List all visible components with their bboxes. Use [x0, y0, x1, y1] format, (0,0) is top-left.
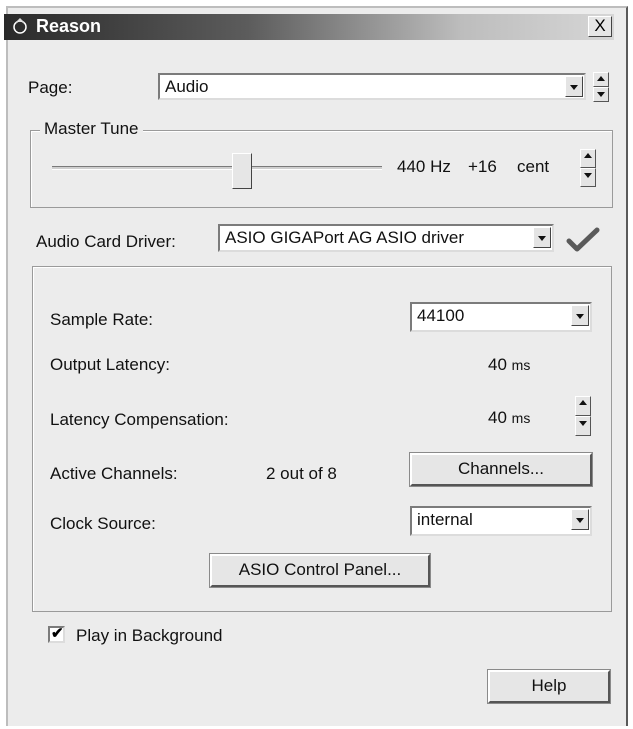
close-button[interactable]: X: [588, 16, 612, 37]
checkmark-icon: ✔: [51, 625, 64, 642]
asio-control-panel-button[interactable]: ASIO Control Panel...: [209, 553, 431, 588]
audio-card-driver-dropdown[interactable]: ASIO GIGAPort AG ASIO driver: [218, 224, 554, 252]
clock-source-label: Clock Source:: [50, 514, 156, 533]
page-dropdown-value: Audio: [165, 77, 209, 96]
chevron-down-icon[interactable]: [571, 305, 589, 326]
help-button[interactable]: Help: [487, 669, 611, 704]
spinner-down-icon[interactable]: [580, 168, 596, 187]
latency-compensation-value: 40 ms: [488, 408, 531, 427]
tune-frequency: 440 Hz: [397, 157, 451, 176]
tune-unit: cent: [517, 157, 550, 176]
active-channels-value: 2 out of 8: [266, 464, 337, 483]
latency-compensation-spinner[interactable]: [575, 396, 591, 436]
master-tune-label: Master Tune: [40, 119, 143, 139]
spinner-up-icon[interactable]: [593, 72, 609, 87]
page-dropdown[interactable]: Audio: [158, 73, 586, 100]
play-in-background-label[interactable]: Play in Background: [76, 626, 222, 646]
output-latency-label: Output Latency:: [50, 355, 171, 374]
chevron-down-icon[interactable]: [533, 227, 551, 248]
close-icon: X: [594, 16, 606, 35]
sample-rate-dropdown[interactable]: 44100: [410, 302, 592, 332]
chevron-down-icon[interactable]: [571, 509, 589, 530]
spinner-down-icon[interactable]: [575, 416, 591, 436]
sample-rate-label: Sample Rate:: [50, 310, 153, 329]
master-tune-slider-thumb[interactable]: [232, 153, 252, 189]
audio-card-driver-label: Audio Card Driver:: [36, 232, 176, 251]
window-title: Reason: [36, 16, 102, 36]
play-in-background-checkbox[interactable]: ✔: [48, 625, 65, 643]
clock-source-dropdown[interactable]: internal: [410, 506, 592, 536]
master-tune-spinner[interactable]: [580, 149, 596, 187]
checkmark-icon: [566, 227, 600, 252]
latency-compensation-label: Latency Compensation:: [50, 410, 229, 429]
clock-source-value: internal: [417, 510, 473, 529]
channels-button[interactable]: Channels...: [409, 452, 593, 487]
title-bar[interactable]: Reason X: [4, 14, 614, 40]
page-label: Page:: [28, 78, 73, 97]
output-latency-value: 40 ms: [488, 355, 531, 374]
master-tune-slider-track[interactable]: [52, 166, 382, 170]
spinner-down-icon[interactable]: [593, 87, 609, 102]
sample-rate-value: 44100: [417, 306, 465, 325]
app-icon: [13, 17, 27, 34]
spinner-up-icon[interactable]: [580, 149, 596, 168]
page-spinner[interactable]: [593, 72, 609, 102]
audio-card-driver-value: ASIO GIGAPort AG ASIO driver: [225, 228, 465, 247]
spinner-up-icon[interactable]: [575, 396, 591, 416]
chevron-down-icon[interactable]: [565, 76, 583, 97]
active-channels-label: Active Channels:: [50, 464, 178, 483]
tune-offset: +16: [468, 157, 497, 176]
